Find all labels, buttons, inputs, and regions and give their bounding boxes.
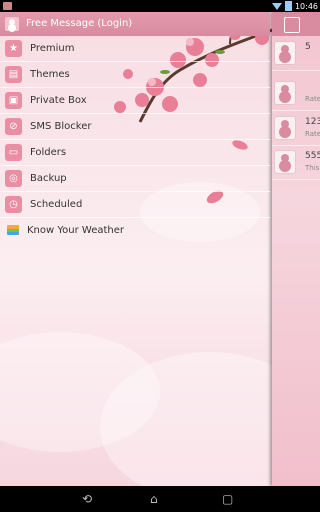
app-notification-icon: [3, 2, 12, 10]
conversation-row[interactable]: 5: [272, 38, 320, 71]
system-navigation-bar: ⟲ ⌂ ▢: [0, 486, 320, 512]
status-bar: 10:46: [0, 0, 320, 12]
contact-avatar-icon: [275, 117, 295, 139]
compose-icon[interactable]: [284, 17, 300, 33]
conversation-title: 5: [305, 42, 311, 52]
menu-item-folders[interactable]: ▭ Folders: [0, 140, 270, 166]
themes-icon: ▤: [5, 66, 22, 83]
menu-item-label: Premium: [30, 43, 75, 54]
contact-avatar-icon: [275, 42, 295, 64]
menu-item-label: Scheduled: [30, 199, 83, 210]
back-icon[interactable]: ⟲: [82, 492, 92, 506]
navigation-drawer: Free Message (Login) ★ Premium ▤ Themes …: [0, 12, 270, 243]
menu-item-premium[interactable]: ★ Premium: [0, 36, 270, 62]
menu-item-know-your-weather[interactable]: Know Your Weather: [0, 218, 270, 243]
contact-avatar-icon: [275, 82, 295, 104]
weather-icon: [7, 225, 19, 235]
menu-item-private-box[interactable]: ▣ Private Box: [0, 88, 270, 114]
menu-item-label: Private Box: [30, 95, 87, 106]
clock-icon: ◷: [5, 196, 22, 213]
conversation-preview: Rate: [305, 130, 320, 138]
login-label: Free Message (Login): [26, 18, 133, 29]
app-screen: 5 Rate 123 Rate 555 This Free Message (L…: [0, 12, 320, 486]
conversation-toolbar: [272, 12, 320, 36]
user-icon: [5, 17, 19, 31]
folder-icon: ▭: [5, 144, 22, 161]
menu-item-label: Know Your Weather: [27, 225, 125, 236]
conversation-list-panel[interactable]: 5 Rate 123 Rate 555 This: [272, 12, 320, 486]
recent-apps-icon[interactable]: ▢: [222, 492, 233, 506]
conversation-preview: Rate: [305, 95, 320, 103]
drawer-header[interactable]: Free Message (Login): [0, 12, 270, 36]
private-box-icon: ▣: [5, 92, 22, 109]
conversation-preview: This: [305, 164, 320, 172]
home-icon[interactable]: ⌂: [150, 492, 158, 506]
conversation-row[interactable]: 555 This: [272, 147, 320, 180]
contact-avatar-icon: [275, 151, 295, 173]
status-time: 10:46: [294, 1, 318, 11]
sms-blocker-icon: ⊘: [5, 118, 22, 135]
menu-item-label: Themes: [30, 69, 70, 80]
conversation-row[interactable]: 123 Rate: [272, 113, 320, 146]
conversation-title: 123: [305, 117, 320, 127]
menu-item-label: Backup: [30, 173, 67, 184]
ribbon-icon: ★: [5, 40, 22, 57]
conversation-title: 555: [305, 151, 320, 161]
menu-item-scheduled[interactable]: ◷ Scheduled: [0, 192, 270, 218]
wifi-icon: [271, 2, 282, 10]
menu-item-label: Folders: [30, 147, 67, 158]
status-icons: 10:46: [271, 0, 318, 12]
menu-item-label: SMS Blocker: [30, 121, 92, 132]
conversation-row[interactable]: Rate: [272, 78, 320, 111]
battery-icon: [284, 1, 292, 11]
menu-item-backup[interactable]: ◎ Backup: [0, 166, 270, 192]
menu-item-themes[interactable]: ▤ Themes: [0, 62, 270, 88]
backup-icon: ◎: [5, 170, 22, 187]
menu-item-sms-blocker[interactable]: ⊘ SMS Blocker: [0, 114, 270, 140]
